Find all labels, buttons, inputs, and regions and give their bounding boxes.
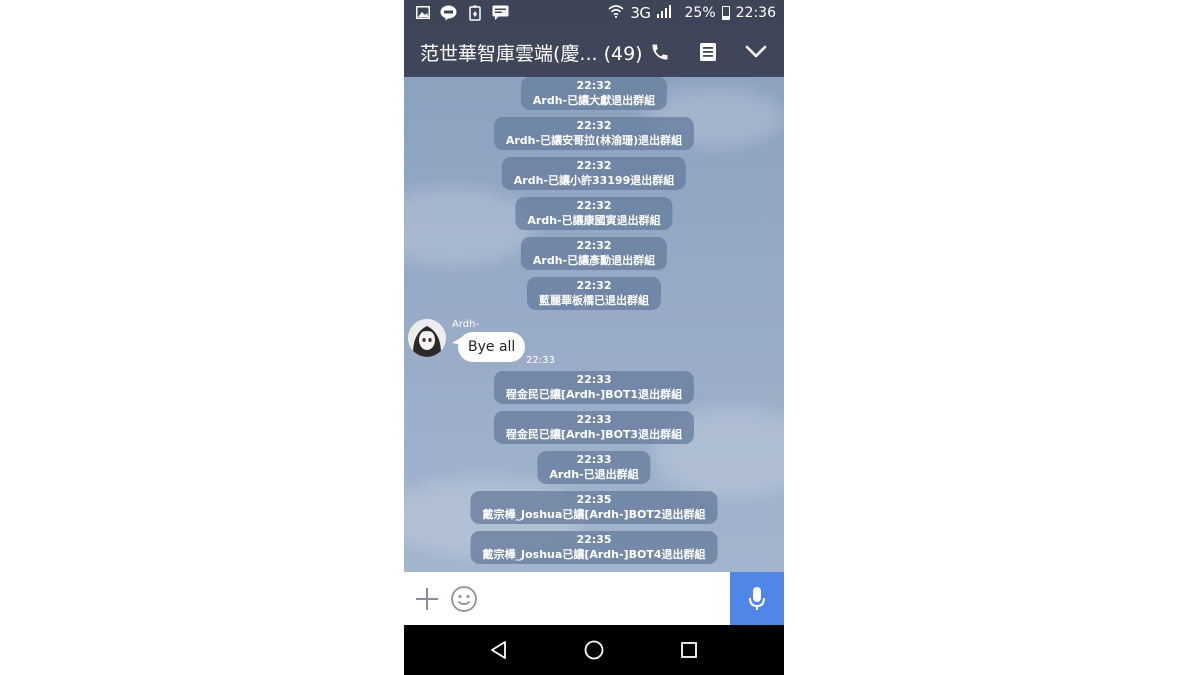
system-message-time: 22:33 <box>576 373 612 386</box>
microphone-icon[interactable] <box>730 572 784 625</box>
navigation-bar <box>404 625 784 675</box>
chat-header: 范世華智庫雲端(慶... (49) <box>404 26 784 77</box>
back-icon[interactable] <box>487 638 511 662</box>
system-message: 22:33 Ardh-已退出群組 <box>537 451 651 484</box>
battery-icon <box>721 6 730 20</box>
emoji-icon[interactable] <box>450 585 478 613</box>
system-message-text: 程金民已讓[Ardh-]BOT3退出群組 <box>505 428 683 441</box>
clock: 22:36 <box>735 5 776 21</box>
system-message-text: Ardh-已讓大獻退出群組 <box>532 94 656 107</box>
system-message-time: 22:32 <box>576 119 612 132</box>
status-right: 3G 25% 22:36 <box>608 4 776 22</box>
system-message-text: 戴宗樺_Joshua已讓[Ardh-]BOT2退出群組 <box>482 508 706 521</box>
system-message-time: 22:33 <box>576 413 612 426</box>
message-time: 22:33 <box>526 355 555 366</box>
system-message-time: 22:32 <box>576 239 612 252</box>
wifi-icon <box>608 4 624 22</box>
system-message: 22:35 戴宗樺_Joshua已讓[Ardh-]BOT4退出群組 <box>470 531 718 564</box>
system-message-time: 22:35 <box>576 533 612 546</box>
system-message: 22:33 程金民已讓[Ardh-]BOT1退出群組 <box>493 371 695 404</box>
battery-saver-icon <box>466 4 483 21</box>
system-message-text: Ardh-已讓安哥拉(林渝珊)退出群組 <box>505 134 683 147</box>
chat-title[interactable]: 范世華智庫雲端(慶... (49) <box>420 39 643 66</box>
plus-icon[interactable] <box>414 586 440 612</box>
system-message-text: Ardh-已讓康國寅退出群組 <box>527 214 661 227</box>
image-icon <box>414 4 431 21</box>
system-message-time: 22:32 <box>576 279 612 292</box>
background-cloud <box>404 187 534 267</box>
system-message: 22:35 戴宗樺_Joshua已讓[Ardh-]BOT2退出群組 <box>470 491 718 524</box>
sender-name: Ardh- <box>452 319 480 330</box>
message-input-bar <box>404 572 784 625</box>
system-message: 22:32 Ardh-已讓安哥拉(林渝珊)退出群組 <box>493 117 695 150</box>
chevron-down-icon[interactable] <box>744 40 768 64</box>
message-input[interactable] <box>488 582 728 616</box>
battery-percent: 25% <box>684 5 716 21</box>
system-message: 22:33 程金民已讓[Ardh-]BOT3退出群組 <box>493 411 695 444</box>
system-message-text: 藍麗華板橋已退出群組 <box>539 294 649 307</box>
system-message-text: Ardh-已退出群組 <box>549 468 639 481</box>
system-message-text: 戴宗樺_Joshua已讓[Ardh-]BOT4退出群組 <box>482 548 706 561</box>
system-message-time: 22:32 <box>576 79 612 92</box>
avatar[interactable] <box>408 319 446 357</box>
system-message-text: Ardh-已讓小許33199退出群組 <box>513 174 675 187</box>
recents-icon[interactable] <box>677 638 701 662</box>
system-message-text: 程金民已讓[Ardh-]BOT1退出群組 <box>505 388 683 401</box>
phone-icon[interactable] <box>648 40 672 64</box>
system-message-time: 22:35 <box>576 493 612 506</box>
chat-area[interactable]: 22:32 Ardh-已讓大獻退出群組 22:32 Ardh-已讓安哥拉(林渝珊… <box>404 77 784 572</box>
system-message-time: 22:32 <box>576 199 612 212</box>
network-type: 3G <box>630 4 651 22</box>
system-message: 22:32 Ardh-已讓彥勳退出群組 <box>520 237 668 270</box>
message-icon <box>492 4 509 21</box>
status-bar: 3G 25% 22:36 <box>404 0 784 26</box>
system-message: 22:32 藍麗華板橋已退出群組 <box>527 277 661 310</box>
line-app-icon <box>440 4 457 21</box>
notification-icons <box>414 4 509 21</box>
system-message: 22:32 Ardh-已讓大獻退出群組 <box>520 77 668 110</box>
system-message: 22:32 Ardh-已讓小許33199退出群組 <box>501 157 687 190</box>
message-bubble[interactable]: Bye all <box>458 332 526 362</box>
home-icon[interactable] <box>582 638 606 662</box>
system-message-text: Ardh-已讓彥勳退出群組 <box>532 254 656 267</box>
notes-icon[interactable] <box>696 40 720 64</box>
system-message-time: 22:32 <box>576 159 612 172</box>
signal-icon <box>656 4 671 22</box>
system-message: 22:32 Ardh-已讓康國寅退出群組 <box>515 197 673 230</box>
system-message-time: 22:33 <box>576 453 612 466</box>
phone-screen: 3G 25% 22:36 范世華智庫雲端(慶... (49) 22:32 Ard <box>404 0 784 675</box>
